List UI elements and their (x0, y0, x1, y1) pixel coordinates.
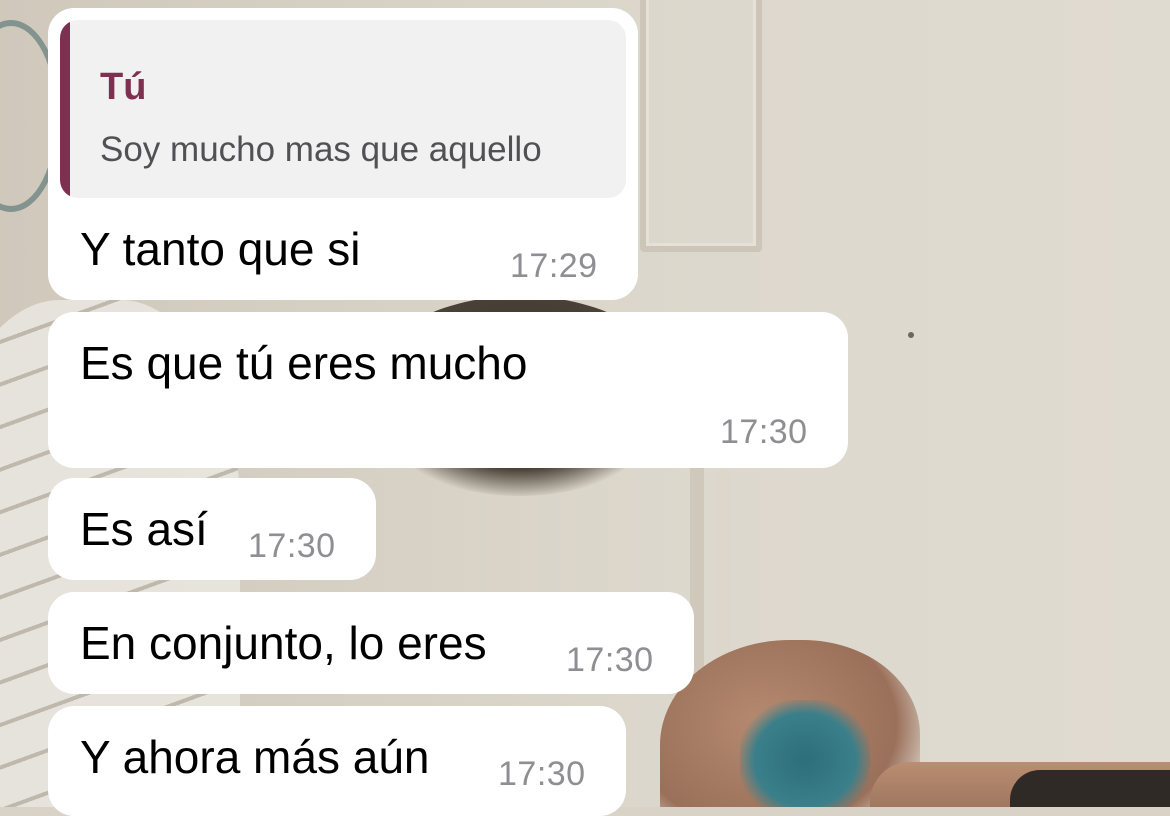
message-list: Tú Soy mucho mas que aquello Y tanto que… (0, 0, 1170, 816)
reply-quote-accent-bar (60, 20, 70, 198)
reply-quote-author: Tú (100, 66, 147, 108)
message-timestamp: 17:30 (498, 755, 586, 793)
reply-quote[interactable]: Tú Soy mucho mas que aquello (60, 20, 626, 198)
message-text: Es que tú eres mucho (80, 337, 528, 389)
message-timestamp: 17:30 (566, 641, 654, 679)
message-timestamp: 17:29 (510, 247, 598, 285)
reply-quote-text: Soy mucho mas que aquello (100, 130, 542, 169)
message-timestamp: 17:30 (720, 413, 808, 451)
message-text: Y ahora más aún (80, 731, 430, 783)
message-timestamp: 17:30 (248, 527, 336, 565)
message-text: Es así (80, 503, 208, 555)
message-text: Y tanto que si (80, 223, 361, 275)
message-text: En conjunto, lo eres (80, 617, 487, 669)
